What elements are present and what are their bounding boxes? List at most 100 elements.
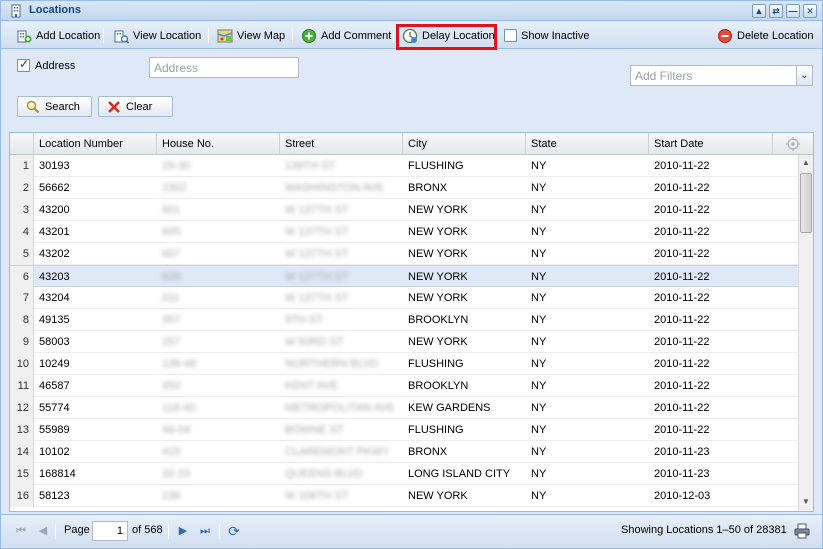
gear-icon[interactable] [786, 137, 800, 151]
cell-start-date: 2010-11-22 [654, 380, 710, 392]
cell-house-no: 32-23 [157, 463, 280, 485]
table-row[interactable]: 4 43201 605 W 137TH ST NEW YORK NY 2010-11-22 [10, 221, 798, 243]
cell-state: NY [531, 204, 547, 216]
row-number: 6 [10, 266, 34, 288]
title-bar: Locations ▲ ⇄ — ✕ [1, 1, 822, 21]
address-input[interactable]: Address [149, 57, 299, 78]
table-row[interactable]: 3 43200 601 W 137TH ST NEW YORK NY 2010-11-22 [10, 199, 798, 221]
column-header-street[interactable]: Street [280, 133, 403, 155]
grid-scrollbar[interactable]: ▲ ▼ [798, 155, 813, 511]
address-checkbox[interactable] [17, 57, 30, 72]
cell-location-number: 55989 [39, 424, 70, 436]
show-inactive-toggle[interactable]: Show Inactive [501, 26, 592, 45]
table-row[interactable]: 16 58123 238 W 106TH ST NEW YORK NY 2010-12-03 [10, 485, 798, 507]
table-row[interactable]: 9 58003 257 W 93RD ST NEW YORK NY 2010-11-22 [10, 331, 798, 353]
clear-button[interactable]: Clear [98, 96, 173, 117]
table-row[interactable]: 12 55774 118-40 METROPOLITAN AVE KEW GARDENS… [10, 397, 798, 419]
collapse-icon[interactable]: ▲ [752, 4, 766, 18]
cell-house-no-text: 118-40 [162, 402, 196, 414]
table-row[interactable]: 10 10249 136-46 NORTHERN BLVD FLUSHING NY 2010… [10, 353, 798, 375]
refresh-icon[interactable]: ⟳ [226, 523, 242, 539]
add-location-button[interactable]: Add Location [13, 26, 103, 45]
scroll-up-icon[interactable]: ▲ [801, 158, 811, 168]
cell-state: NY [531, 182, 547, 194]
cell-house-no-text: 415 [162, 446, 181, 458]
cell-start-date: 2010-11-22 [654, 271, 710, 283]
scroll-down-icon[interactable]: ▼ [801, 497, 811, 507]
cell-city: BRONX [408, 446, 448, 458]
row-number: 9 [10, 331, 34, 353]
page-number-input[interactable]: 1 [92, 521, 128, 541]
cell-house-no: 605 [157, 221, 280, 243]
cell-location-number: 168814 [39, 468, 76, 480]
address-filter-toggle[interactable]: Address [17, 57, 75, 72]
add-comment-icon [302, 28, 316, 43]
cell-city: NEW YORK [408, 292, 468, 304]
printer-icon[interactable] [794, 523, 810, 539]
cell-house-no-text: 450 [162, 380, 181, 392]
add-comment-button[interactable]: Add Comment [298, 26, 394, 45]
cell-state: NY [531, 314, 547, 326]
cell-street-text: W 137TH ST [285, 248, 349, 260]
view-map-button[interactable]: View Map [214, 26, 288, 45]
next-page-icon[interactable]: ▶ [175, 523, 191, 539]
minimize-icon[interactable]: — [786, 4, 800, 18]
row-number: 8 [10, 309, 34, 331]
pager-separator [168, 524, 169, 539]
row-number: 14 [10, 441, 34, 463]
cell-house-no-text: 607 [162, 248, 181, 260]
last-page-icon[interactable]: ⏭ [197, 523, 213, 539]
cell-city: NEW YORK [408, 336, 468, 348]
cell-start-date: 2010-11-22 [654, 204, 710, 216]
table-row[interactable]: 1 30193 29-30 138TH ST FLUSHING NY 2010-11-22 [10, 155, 798, 177]
column-header-city[interactable]: City [403, 133, 526, 155]
cell-street: W 137TH ST [280, 199, 403, 221]
cell-street-text: W 93RD ST [285, 336, 344, 348]
cell-house-no-text: 29-30 [162, 160, 191, 172]
cell-house-no-text: 46-04 [162, 424, 191, 436]
show-inactive-checkbox[interactable] [504, 29, 517, 42]
first-page-icon[interactable]: ⏮ [13, 523, 29, 539]
cell-house-no: 238 [157, 485, 280, 507]
close-icon[interactable]: ✕ [803, 4, 817, 18]
table-row[interactable]: 13 55989 46-04 BOWNE ST FLUSHING NY 2010-11-22 [10, 419, 798, 441]
cell-location-number: 56662 [39, 182, 70, 194]
table-row[interactable]: 8 49135 357 9TH ST BROOKLYN NY 2010-11-22 [10, 309, 798, 331]
cell-start-date: 2010-11-22 [654, 314, 710, 326]
refresh-tool-icon[interactable]: ⇄ [769, 4, 783, 18]
column-header-house-no[interactable]: House No. [157, 133, 280, 155]
column-header-start-date[interactable]: Start Date [649, 133, 773, 155]
row-number: 15 [10, 463, 34, 485]
table-row[interactable]: 15 168814 32-23 QUEENS BLVD LONG ISLAND CITY… [10, 463, 798, 485]
cell-city: NEW YORK [408, 204, 468, 216]
search-button[interactable]: Search [17, 96, 92, 117]
cell-street: W 137TH ST [280, 287, 403, 309]
table-row[interactable]: 2 56662 2302 WASHINGTON AVE BRONX NY 2010-11-2… [10, 177, 798, 199]
cell-state: NY [531, 424, 547, 436]
prev-page-icon[interactable]: ◀ [35, 523, 51, 539]
filters-dropdown-trigger[interactable]: ⌄ [796, 65, 813, 86]
locations-grid: Location Number House No. Street City St… [9, 132, 814, 512]
table-row[interactable]: 7 43204 611 W 137TH ST NEW YORK NY 2010-11-22 [10, 287, 798, 309]
row-number: 16 [10, 485, 34, 507]
delete-location-button[interactable]: Delete Location [714, 26, 816, 45]
cell-start-date: 2010-11-23 [654, 468, 710, 480]
delete-icon [718, 28, 732, 43]
table-row[interactable]: 14 10102 415 CLAREMONT PKWY BRONX NY 2010-11-2… [10, 441, 798, 463]
scroll-thumb[interactable] [800, 173, 812, 233]
toolbar-separator [103, 28, 104, 43]
table-row[interactable]: 5 43202 607 W 137TH ST NEW YORK NY 2010-11-22 [10, 243, 798, 265]
cell-street: CLAREMONT PKWY [280, 441, 403, 463]
column-header-state[interactable]: State [526, 133, 649, 155]
view-location-button[interactable]: View Location [110, 26, 204, 45]
column-settings[interactable] [773, 133, 813, 155]
cell-street: W 137TH ST [280, 221, 403, 243]
table-row[interactable]: 11 46587 450 KENT AVE BROOKLYN NY 2010-11-22 [10, 375, 798, 397]
cell-house-no-text: 605 [162, 226, 181, 238]
column-header-location-number[interactable]: Location Number [34, 133, 157, 155]
add-filters-input[interactable]: Add Filters [630, 65, 797, 86]
table-row[interactable]: 6 43203 609 W 137TH ST NEW YORK NY 2010-11-22 [10, 265, 798, 288]
cell-state: NY [531, 446, 547, 458]
clear-icon [108, 100, 120, 113]
row-number: 10 [10, 353, 34, 375]
